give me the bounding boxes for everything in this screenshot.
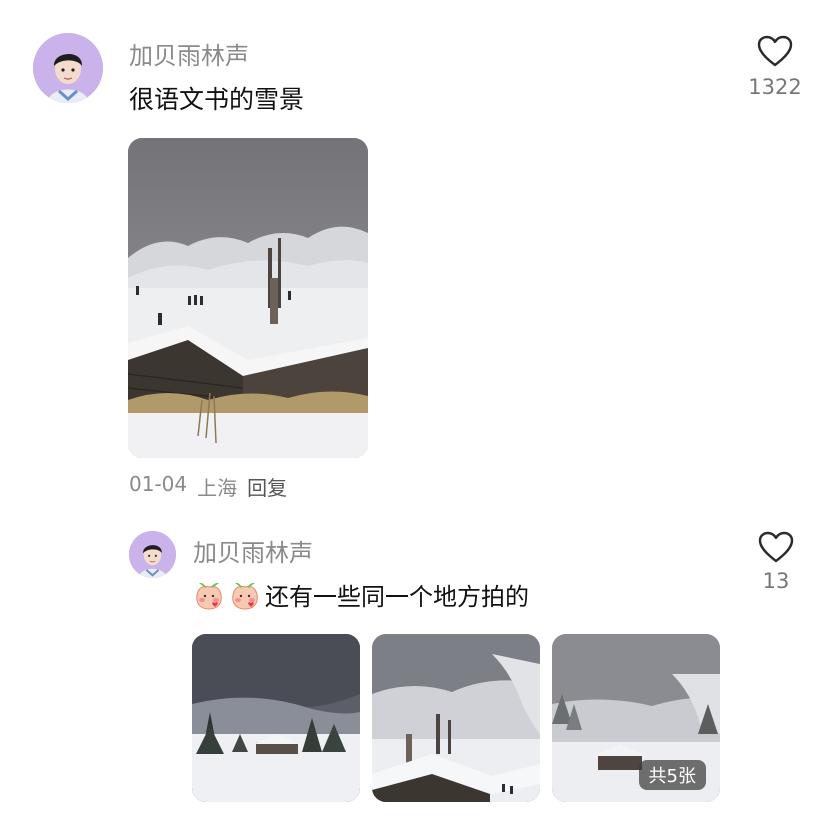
heart-icon [758, 531, 794, 563]
comment-text: 很语文书的雪景 [129, 85, 305, 114]
heart-icon [757, 35, 793, 67]
reply-like-button[interactable]: 13 [746, 531, 806, 593]
blushing-peach-emoji-icon [193, 579, 225, 611]
reply-username[interactable]: 加贝雨林声 [193, 533, 313, 568]
comment-location: 上海 [197, 476, 238, 500]
comment-meta: 01-04 上海 回复 [129, 472, 287, 501]
image-count-badge: 共5张 [638, 760, 706, 790]
reply-photo-thumbnail[interactable] [372, 634, 540, 802]
like-button[interactable]: 1322 [745, 35, 805, 99]
comment-username[interactable]: 加贝雨林声 [129, 36, 249, 71]
reply-text-row: 还有一些同一个地方拍的 [193, 577, 529, 612]
like-count: 1322 [748, 75, 802, 99]
snow-forest-image [192, 634, 360, 802]
comment-date: 01-04 [129, 472, 188, 496]
snow-hut-image [372, 634, 540, 802]
reply-link[interactable]: 回复 [247, 472, 287, 501]
snow-landscape-image [128, 138, 368, 458]
reply-like-count: 13 [762, 569, 790, 593]
reply-user-avatar[interactable] [129, 531, 176, 578]
blushing-peach-emoji-icon [229, 579, 261, 611]
avatar-portrait-icon [129, 531, 176, 578]
user-avatar[interactable] [33, 33, 103, 103]
avatar-portrait-icon [33, 33, 103, 103]
reply-photo-thumbnail[interactable]: 共5张 [552, 634, 720, 802]
comment-photo[interactable] [128, 138, 368, 458]
reply-photo-thumbnail[interactable] [192, 634, 360, 802]
reply-text: 还有一些同一个地方拍的 [265, 583, 529, 611]
